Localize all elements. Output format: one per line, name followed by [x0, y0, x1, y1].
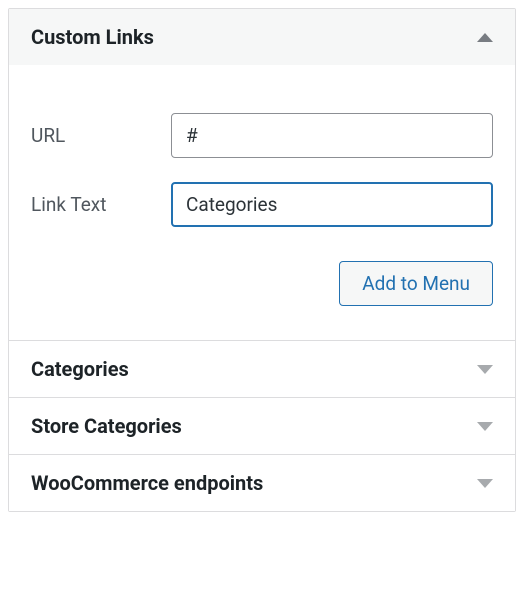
store-categories-header[interactable]: Store Categories: [9, 398, 515, 454]
custom-links-section: Custom Links URL Link Text Add to Menu: [9, 9, 515, 341]
collapse-icon: [477, 33, 493, 42]
url-input[interactable]: [171, 113, 493, 158]
url-row: URL: [31, 113, 493, 158]
add-to-menu-button[interactable]: Add to Menu: [339, 261, 493, 306]
expand-icon: [477, 422, 493, 431]
expand-icon: [477, 365, 493, 374]
menu-accordion: Custom Links URL Link Text Add to Menu C…: [8, 8, 516, 512]
categories-section: Categories: [9, 341, 515, 398]
custom-links-body: URL Link Text Add to Menu: [9, 65, 515, 340]
link-text-input[interactable]: [171, 182, 493, 227]
url-label: URL: [31, 124, 171, 147]
store-categories-title: Store Categories: [31, 414, 182, 438]
store-categories-section: Store Categories: [9, 398, 515, 455]
custom-links-header[interactable]: Custom Links: [9, 9, 515, 65]
woocommerce-endpoints-section: WooCommerce endpoints: [9, 455, 515, 511]
categories-header[interactable]: Categories: [9, 341, 515, 397]
categories-title: Categories: [31, 357, 129, 381]
expand-icon: [477, 479, 493, 488]
link-text-row: Link Text: [31, 182, 493, 227]
link-text-label: Link Text: [31, 193, 171, 216]
woocommerce-endpoints-title: WooCommerce endpoints: [31, 471, 263, 495]
button-row: Add to Menu: [31, 261, 493, 306]
woocommerce-endpoints-header[interactable]: WooCommerce endpoints: [9, 455, 515, 511]
custom-links-title: Custom Links: [31, 25, 154, 49]
